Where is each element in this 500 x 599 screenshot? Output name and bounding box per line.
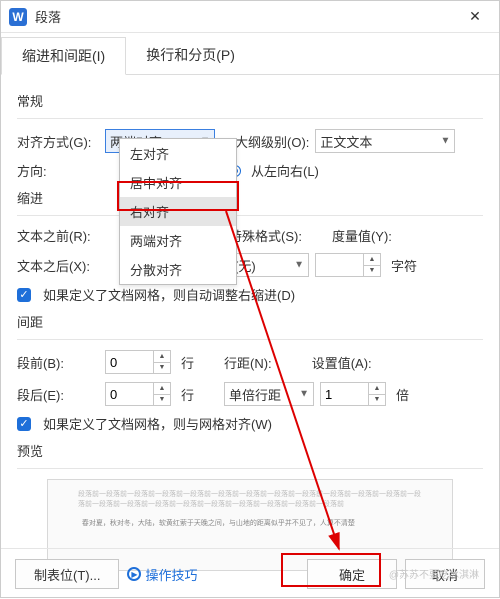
chevron-down-icon: ▼ xyxy=(440,136,450,147)
spin-up-icon[interactable]: ▲ xyxy=(368,382,386,394)
tab-line-page-breaks[interactable]: 换行和分页(P) xyxy=(126,37,255,74)
window-title: 段落 xyxy=(35,7,459,26)
special-format-select[interactable]: (无)▼ xyxy=(229,253,309,277)
alignment-dropdown: 左对齐 居中对齐 右对齐 两端对齐 分散对齐 xyxy=(119,138,237,285)
measure-label: 度量值(Y): xyxy=(332,226,392,245)
dropdown-item-left[interactable]: 左对齐 xyxy=(120,139,236,168)
section-general: 常规 xyxy=(17,91,483,110)
measure-spinner[interactable]: ▲▼ xyxy=(315,253,385,277)
measure-unit: 字符 xyxy=(391,256,417,275)
spin-up-icon[interactable]: ▲ xyxy=(153,350,171,362)
setval-unit: 倍 xyxy=(396,385,409,404)
titlebar: W 段落 ✕ xyxy=(1,1,499,33)
chevron-down-icon: ▼ xyxy=(294,260,304,271)
space-before-label: 段前(B): xyxy=(17,353,99,372)
spin-down-icon[interactable]: ▼ xyxy=(368,394,386,407)
measure-input[interactable] xyxy=(315,253,363,277)
space-after-spinner[interactable]: ▲▼ xyxy=(105,382,175,406)
dropdown-item-center[interactable]: 居中对齐 xyxy=(120,168,236,197)
ok-button[interactable]: 确定 xyxy=(307,559,397,589)
space-before-input[interactable] xyxy=(105,350,153,374)
app-icon: W xyxy=(9,8,27,26)
spacing-grid-checkbox[interactable]: ✓ xyxy=(17,417,31,431)
spacing-grid-label: 如果定义了文档网格，则与网格对齐(W) xyxy=(43,414,272,433)
alignment-label: 对齐方式(G): xyxy=(17,132,99,151)
indent-grid-label: 如果定义了文档网格，则自动调整右缩进(D) xyxy=(43,285,295,304)
tabs-button[interactable]: 制表位(T)... xyxy=(15,559,119,589)
tab-bar: 缩进和间距(I) 换行和分页(P) xyxy=(1,33,499,75)
line-unit: 行 xyxy=(181,353,194,372)
section-preview: 预览 xyxy=(17,441,483,460)
space-after-input[interactable] xyxy=(105,382,153,406)
linespace-select[interactable]: 单倍行距▼ xyxy=(224,382,314,406)
setval-label: 设置值(A): xyxy=(312,353,372,372)
dropdown-item-right[interactable]: 右对齐 xyxy=(120,197,236,226)
spin-down-icon[interactable]: ▼ xyxy=(153,394,171,407)
chevron-down-icon: ▼ xyxy=(299,389,309,400)
play-icon: ▶ xyxy=(127,567,141,581)
watermark: @苏苏不要吃冰淇淋 xyxy=(389,566,479,581)
setval-spinner[interactable]: ▲▼ xyxy=(320,382,390,406)
setval-input[interactable] xyxy=(320,382,368,406)
space-before-spinner[interactable]: ▲▼ xyxy=(105,350,175,374)
tips-link[interactable]: ▶ 操作技巧 xyxy=(127,565,197,584)
linespace-label: 行距(N): xyxy=(224,353,272,372)
spin-down-icon[interactable]: ▼ xyxy=(153,362,171,375)
line-unit: 行 xyxy=(181,385,194,404)
dropdown-item-justify[interactable]: 两端对齐 xyxy=(120,226,236,255)
indent-after-label: 文本之后(X): xyxy=(17,256,99,275)
dropdown-item-distributed[interactable]: 分散对齐 xyxy=(120,255,236,284)
section-spacing: 间距 xyxy=(17,312,483,331)
spin-up-icon[interactable]: ▲ xyxy=(153,382,171,394)
outline-label: 大纲级别(O): xyxy=(235,132,309,151)
section-indent: 缩进 xyxy=(17,188,483,207)
indent-grid-checkbox[interactable]: ✓ xyxy=(17,288,31,302)
direction-ltr-label: 从左向右(L) xyxy=(251,161,319,180)
special-format-label: 特殊格式(S): xyxy=(229,226,302,245)
outline-select[interactable]: 正文文本▼ xyxy=(315,129,455,153)
space-after-label: 段后(E): xyxy=(17,385,99,404)
close-button[interactable]: ✕ xyxy=(459,5,491,29)
indent-before-label: 文本之前(R): xyxy=(17,226,99,245)
spin-up-icon[interactable]: ▲ xyxy=(363,253,381,265)
direction-label: 方向: xyxy=(17,161,99,180)
spin-down-icon[interactable]: ▼ xyxy=(363,265,381,278)
tab-indent-spacing[interactable]: 缩进和间距(I) xyxy=(1,37,126,75)
